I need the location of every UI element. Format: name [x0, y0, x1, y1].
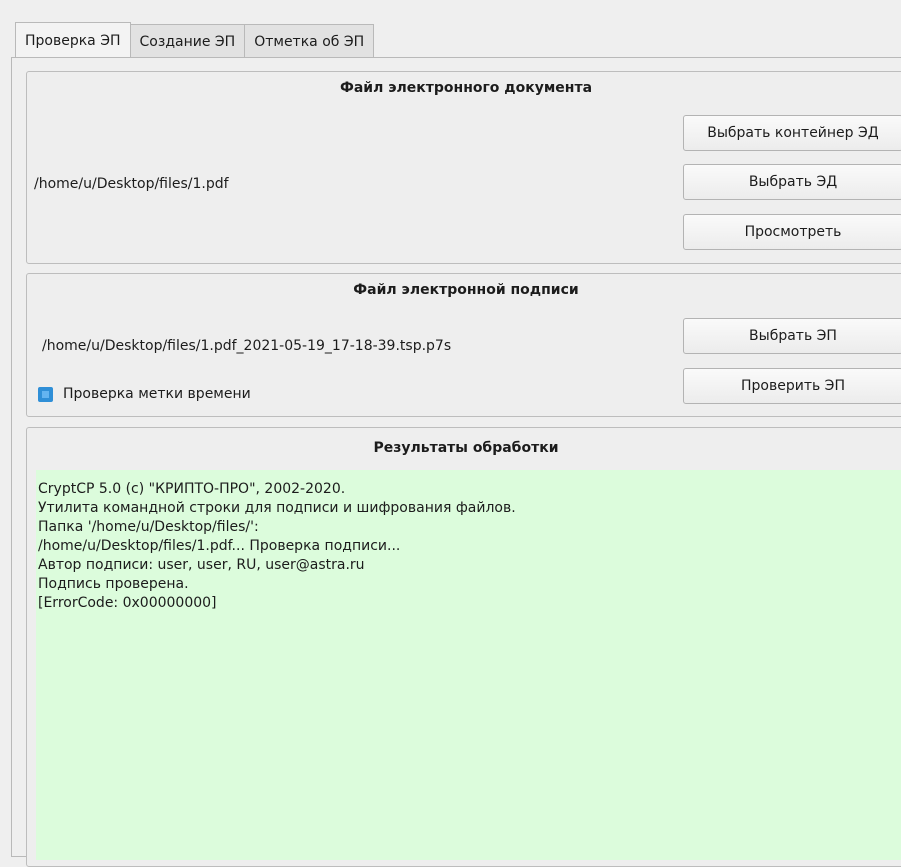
result-line: CryptCP 5.0 (c) "КРИПТО-ПРО", 2002-2020. [38, 481, 346, 497]
result-line: Подпись проверена. [38, 576, 189, 592]
results-group-title: Результаты обработки [373, 440, 559, 456]
signature-group-title: Файл электронной подписи [353, 282, 579, 298]
tab-create-signature[interactable]: Создание ЭП [130, 24, 246, 58]
timestamp-checkbox[interactable] [38, 386, 53, 402]
result-line: Автор подписи: user, user, RU, user@astr… [38, 557, 365, 573]
timestamp-check-row[interactable]: Проверка метки времени [38, 386, 251, 402]
tab-signature-mark[interactable]: Отметка об ЭП [245, 24, 375, 58]
tab-bar: Проверка ЭП Создание ЭП Отметка об ЭП [15, 22, 375, 58]
timestamp-checkbox-label: Проверка метки времени [63, 386, 251, 402]
result-line: Утилита командной строки для подписи и ш… [38, 500, 516, 516]
select-document-button[interactable]: Выбрать ЭД [683, 164, 901, 200]
result-line: /home/u/Desktop/files/1.pdf... Проверка … [38, 538, 401, 554]
document-group-title: Файл электронного документа [339, 80, 593, 96]
verify-signature-button[interactable]: Проверить ЭП [683, 368, 901, 404]
result-line: [ErrorCode: 0x00000000] [38, 595, 217, 611]
select-container-button[interactable]: Выбрать контейнер ЭД [683, 115, 901, 151]
document-path: /home/u/Desktop/files/1.pdf [34, 176, 229, 192]
view-document-button[interactable]: Просмотреть [683, 214, 901, 250]
tab-verify-signature[interactable]: Проверка ЭП [15, 22, 131, 58]
signature-path: /home/u/Desktop/files/1.pdf_2021-05-19_1… [42, 338, 452, 354]
results-output[interactable]: CryptCP 5.0 (c) "КРИПТО-ПРО", 2002-2020.… [36, 470, 901, 860]
result-line: Папка '/home/u/Desktop/files/': [38, 519, 259, 535]
select-signature-button[interactable]: Выбрать ЭП [683, 318, 901, 354]
